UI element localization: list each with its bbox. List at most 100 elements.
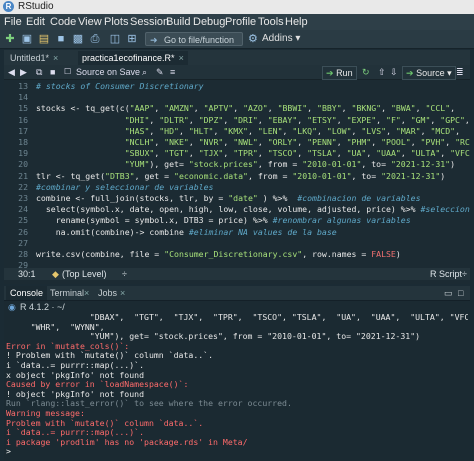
code-line[interactable]: 27: [4, 238, 470, 248]
code-text: rename(symbol = symbol.x, DTB3 = price) …: [36, 215, 411, 225]
code-token: "SBUX": [124, 148, 155, 159]
console-output[interactable]: "DBAX", "TGT", "TJX", "TPR", "TSCO", "TS…: [6, 313, 468, 461]
code-token: "AMZN": [164, 103, 194, 114]
line-number: 14: [18, 92, 28, 103]
save-icon[interactable]: ■: [50, 65, 55, 79]
menu-help[interactable]: Help: [285, 14, 308, 30]
search-icon[interactable]: ⌕: [142, 65, 147, 79]
code-token: #renombrar algunas variables: [272, 215, 411, 226]
rerun-icon[interactable]: ↻: [362, 65, 370, 79]
code-line[interactable]: 25 rename(symbol = symbol.x, DTB3 = pric…: [4, 215, 470, 225]
code-token: ,: [178, 125, 189, 136]
code-line[interactable]: 26 na.omit(combine)-> combine #eliminar …: [4, 227, 470, 237]
close-icon[interactable]: ×: [116, 286, 129, 300]
tab-console[interactable]: Console: [6, 286, 48, 300]
up-arrow-icon[interactable]: ⇧: [378, 65, 386, 79]
r-logo-icon: ◉: [8, 302, 16, 312]
menu-build[interactable]: Build: [166, 14, 190, 30]
code-editor[interactable]: 13 # stocks of Consumer Discretionary 14 15…: [4, 80, 470, 284]
code-line[interactable]: 16 "DHI", "DLTR", "DPZ", "DRI", "EBAY", …: [4, 115, 470, 125]
code-token: , row.names =: [302, 249, 372, 259]
code-token: ,: [188, 114, 199, 125]
code-line[interactable]: 22 #combinar y seleccionar de variables: [4, 182, 470, 192]
menu-profile[interactable]: Profile: [225, 14, 256, 30]
chevron-down-icon[interactable]: ÷: [122, 268, 127, 280]
source-button[interactable]: ➔ Source ▾: [402, 66, 456, 80]
code-token: ,: [410, 137, 421, 147]
line-number: 28: [18, 249, 28, 259]
menu-tools[interactable]: Tools: [258, 14, 284, 30]
code-token: "EBAY": [267, 114, 298, 125]
save-all-icon[interactable]: ▩: [71, 32, 85, 46]
close-icon[interactable]: ×: [80, 286, 93, 300]
outline-icon[interactable]: ≣: [456, 65, 464, 79]
addins-button[interactable]: Addins ▾: [262, 30, 300, 48]
goto-file-input[interactable]: ➜ Go to file/function: [145, 32, 243, 46]
chevron-down-icon[interactable]: ÷: [462, 268, 467, 280]
new-project-icon[interactable]: ▣: [20, 32, 34, 46]
code-line[interactable]: 28 write.csv(combine, file = "Consumer_Di…: [4, 249, 470, 259]
code-token: ,: [366, 148, 377, 159]
new-file-icon[interactable]: ✚: [3, 32, 17, 46]
line-number: 27: [18, 237, 28, 248]
code-line[interactable]: 21 tlr <- tq_get("DTB3", get = "economic.…: [4, 171, 470, 181]
code-token: ,: [193, 103, 204, 114]
menu-session[interactable]: Session: [130, 14, 169, 30]
line-number: 16: [18, 114, 28, 125]
code-token: ,: [149, 114, 160, 125]
go-to-icon[interactable]: ◫: [108, 32, 122, 46]
source-on-save-checkbox[interactable]: ☐: [64, 65, 71, 79]
code-token: ,: [267, 103, 278, 114]
maximize-pane-icon[interactable]: □: [454, 286, 467, 300]
code-line[interactable]: 18 "NCLH", "NKE", "NVR", "NWL", "ORLY", …: [4, 137, 470, 147]
code-token: ,: [223, 137, 234, 147]
code-line[interactable]: 19 "SBUX", "TGT", "TJX", "TPR", "TSCO", …: [4, 148, 470, 158]
code-token: ), get=: [149, 159, 189, 170]
cursor-position: 30:1: [18, 269, 36, 279]
back-arrow-icon[interactable]: ◀: [8, 65, 15, 79]
menu-file[interactable]: File: [4, 14, 22, 30]
code-line[interactable]: 15 stocks <- tq_get(c("AAP", "AMZN", "APT…: [4, 103, 470, 113]
code-token: ,: [464, 114, 470, 125]
code-token: ): [440, 170, 446, 181]
code-token: , to=: [361, 159, 391, 170]
tab-untitled1[interactable]: Untitled1* ×: [6, 51, 62, 65]
close-icon[interactable]: ×: [179, 53, 184, 63]
grid-icon[interactable]: ⊞: [125, 32, 139, 46]
code-token: "NKE": [164, 137, 189, 147]
code-line[interactable]: 23 combine <- full_join(stocks, tlr, by =…: [4, 193, 470, 203]
tab-label: Untitled1*: [10, 53, 50, 63]
open-file-icon[interactable]: ▤: [37, 32, 51, 46]
code-line[interactable]: 14: [4, 92, 470, 102]
print-icon[interactable]: ⎙: [88, 32, 102, 46]
tab-practica1ecofinance[interactable]: practica1ecofinance.R* ×: [78, 51, 188, 65]
scope-selector[interactable]: (Top Level): [62, 268, 107, 280]
show-in-window-icon[interactable]: ⧉: [36, 65, 42, 79]
list-icon[interactable]: ≡: [170, 65, 175, 79]
wand-icon[interactable]: ✎: [156, 65, 164, 79]
code-token: "TSLA": [307, 148, 337, 159]
code-line[interactable]: 17 "HAS", "HD", "HLT", "KMX", "LEN", "LK…: [4, 126, 470, 136]
code-token: ,: [450, 103, 456, 114]
menu-plots[interactable]: Plots: [104, 14, 128, 30]
run-button[interactable]: ➔ Run: [322, 66, 357, 80]
down-arrow-icon[interactable]: ⇩: [390, 65, 398, 79]
save-icon[interactable]: ■: [54, 32, 68, 46]
close-icon[interactable]: ×: [53, 53, 58, 63]
code-token: ,: [248, 125, 258, 136]
menu-debug[interactable]: Debug: [193, 14, 225, 30]
code-token: "2021-12-31": [390, 159, 451, 170]
file-type-selector[interactable]: R Script: [430, 268, 462, 280]
code-line[interactable]: 24 select(symbol.x, date, open, high, lo…: [4, 204, 470, 214]
code-token: "BBWI": [277, 103, 308, 114]
line-number: 23: [18, 193, 28, 203]
code-line[interactable]: 13 # stocks of Consumer Discretionary: [4, 81, 470, 91]
code-line[interactable]: 20 "YUM"), get= "stock.prices", from = "…: [4, 159, 470, 169]
menu-edit[interactable]: Edit: [26, 14, 45, 30]
code-token: ,: [336, 148, 347, 159]
menu-view[interactable]: View: [78, 14, 102, 30]
forward-arrow-icon[interactable]: ▶: [20, 65, 27, 79]
menu-code[interactable]: Code: [50, 14, 76, 30]
